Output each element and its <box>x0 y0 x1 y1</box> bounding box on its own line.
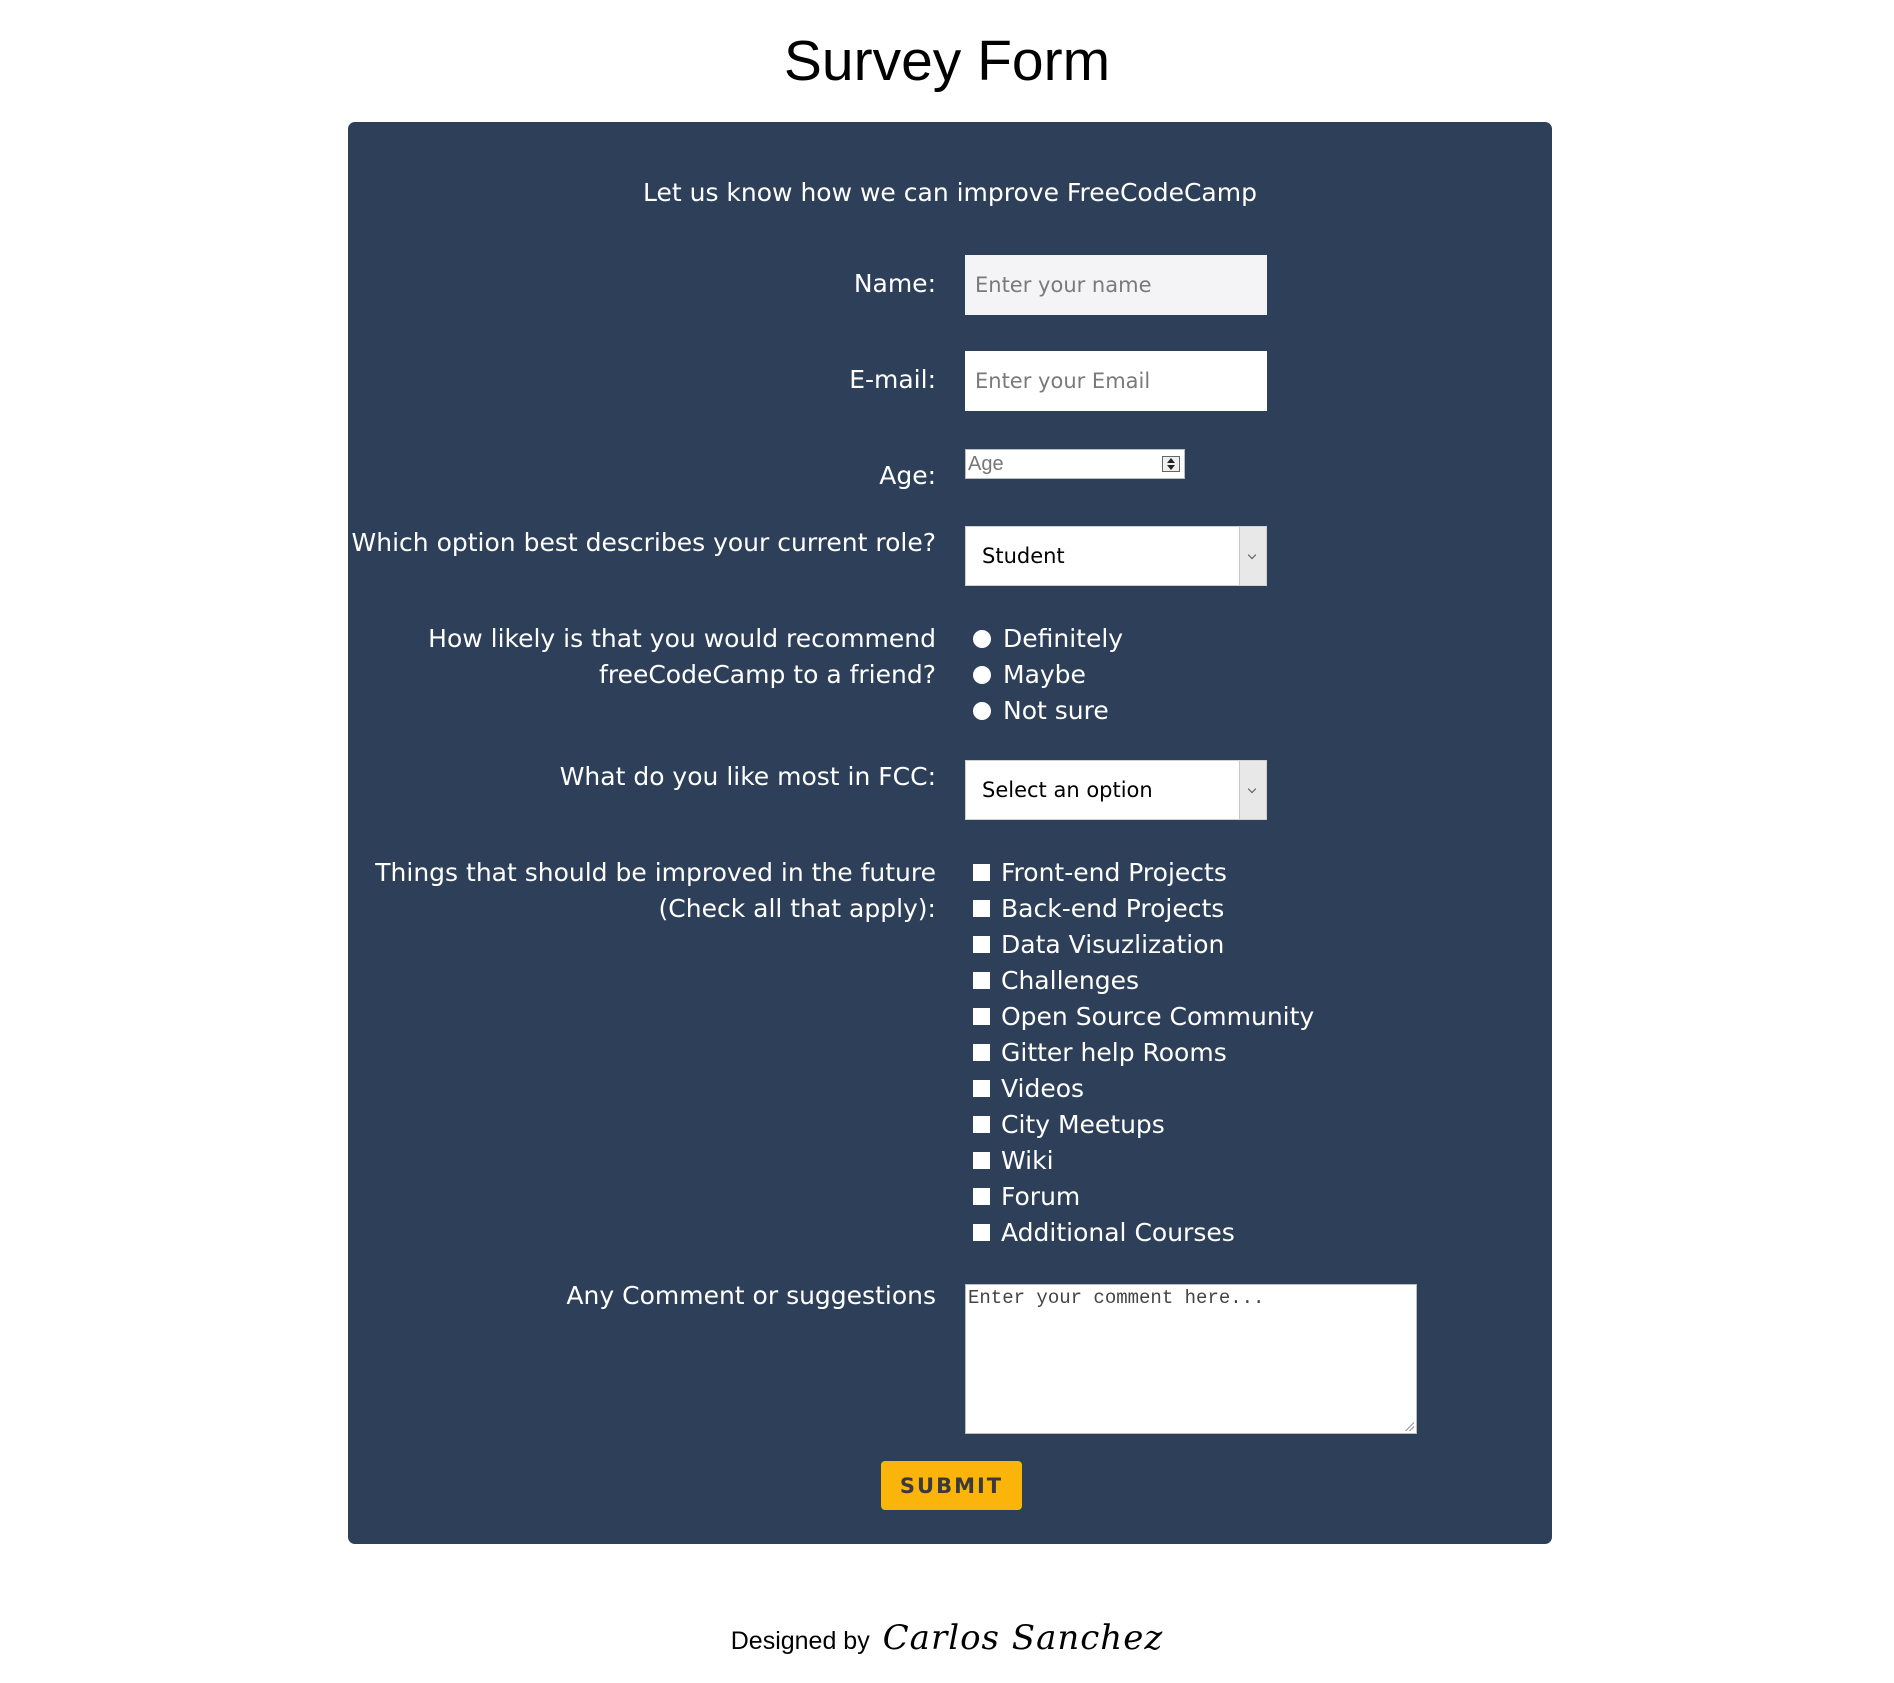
radio-label: Maybe <box>1003 660 1086 689</box>
checkbox-label: Forum <box>1001 1182 1081 1211</box>
age-label: Age: <box>879 461 936 490</box>
spinner-down-icon[interactable] <box>1167 465 1175 470</box>
chevron-down-icon <box>1247 784 1257 794</box>
radio-label: Not sure <box>1003 696 1109 725</box>
email-input[interactable] <box>965 351 1267 411</box>
checkbox-label: Front-end Projects <box>1001 858 1227 887</box>
checkbox[interactable] <box>973 1188 990 1205</box>
recommend-label: How likely is that you would recommend f… <box>428 621 936 693</box>
checkbox-label: Back-end Projects <box>1001 894 1225 923</box>
spinner-up-icon[interactable] <box>1167 458 1175 463</box>
radio-button[interactable] <box>973 702 991 720</box>
radio-button[interactable] <box>973 666 991 684</box>
checkbox-label: Open Source Community <box>1001 1002 1315 1031</box>
name-input[interactable] <box>965 255 1267 315</box>
checkbox-label: Challenges <box>1001 966 1140 995</box>
age-spinner-icon[interactable] <box>1162 456 1180 472</box>
role-dropdown[interactable]: Student <box>965 526 1267 586</box>
improve-label-line1: Things that should be improved in the fu… <box>375 858 936 887</box>
checkbox[interactable] <box>973 1224 990 1241</box>
checkbox-label: Data Visuzlization <box>1001 930 1225 959</box>
comment-label: Any Comment or suggestions <box>566 1281 936 1310</box>
like-dropdown[interactable]: Select an option <box>965 760 1267 820</box>
checkbox-label: Videos <box>1001 1074 1085 1103</box>
age-input[interactable] <box>965 449 1185 479</box>
like-label: What do you like most in FCC: <box>559 762 936 791</box>
checkbox-label: Gitter help Rooms <box>1001 1038 1227 1067</box>
recommend-label-line2: freeCodeCamp to a friend? <box>599 660 936 689</box>
form-description: Let us know how we can improve FreeCodeC… <box>643 178 1257 207</box>
improve-label-line2: (Check all that apply): <box>658 894 936 923</box>
recommend-label-line1: How likely is that you would recommend <box>428 624 936 653</box>
like-dropdown-arrow[interactable] <box>1239 761 1266 819</box>
checkbox[interactable] <box>973 1116 990 1133</box>
like-selected-value: Select an option <box>982 778 1153 802</box>
submit-button[interactable]: SUBMIT <box>881 1461 1022 1510</box>
checkbox[interactable] <box>973 1080 990 1097</box>
chevron-down-icon <box>1247 550 1257 560</box>
checkbox[interactable] <box>973 936 990 953</box>
checkbox[interactable] <box>973 1152 990 1169</box>
checkbox-label: Wiki <box>1001 1146 1054 1175</box>
page-title: Survey Form <box>783 29 1111 93</box>
footer: Designed by Carlos Sanchez <box>0 1618 1894 1658</box>
checkbox-label: Additional Courses <box>1001 1218 1235 1247</box>
checkbox[interactable] <box>973 864 990 881</box>
checkbox[interactable] <box>973 972 990 989</box>
checkbox[interactable] <box>973 1044 990 1061</box>
age-field[interactable] <box>966 450 1160 478</box>
role-selected-value: Student <box>982 544 1065 568</box>
checkbox-label: City Meetups <box>1001 1110 1165 1139</box>
resize-grip-icon[interactable] <box>1404 1421 1414 1431</box>
checkbox[interactable] <box>973 900 990 917</box>
improve-label: Things that should be improved in the fu… <box>375 855 936 927</box>
comment-textarea[interactable] <box>965 1284 1417 1434</box>
footer-prefix: Designed by <box>730 1627 870 1655</box>
role-dropdown-arrow[interactable] <box>1239 527 1266 585</box>
checkbox[interactable] <box>973 1008 990 1025</box>
survey-form: Let us know how we can improve FreeCodeC… <box>348 122 1552 1544</box>
radio-button[interactable] <box>973 630 991 648</box>
author-signature: Carlos Sanchez <box>882 1618 1164 1658</box>
role-label: Which option best describes your current… <box>351 528 936 557</box>
radio-label: Definitely <box>1003 624 1124 653</box>
email-label: E-mail: <box>849 365 936 394</box>
name-label: Name: <box>853 269 936 298</box>
